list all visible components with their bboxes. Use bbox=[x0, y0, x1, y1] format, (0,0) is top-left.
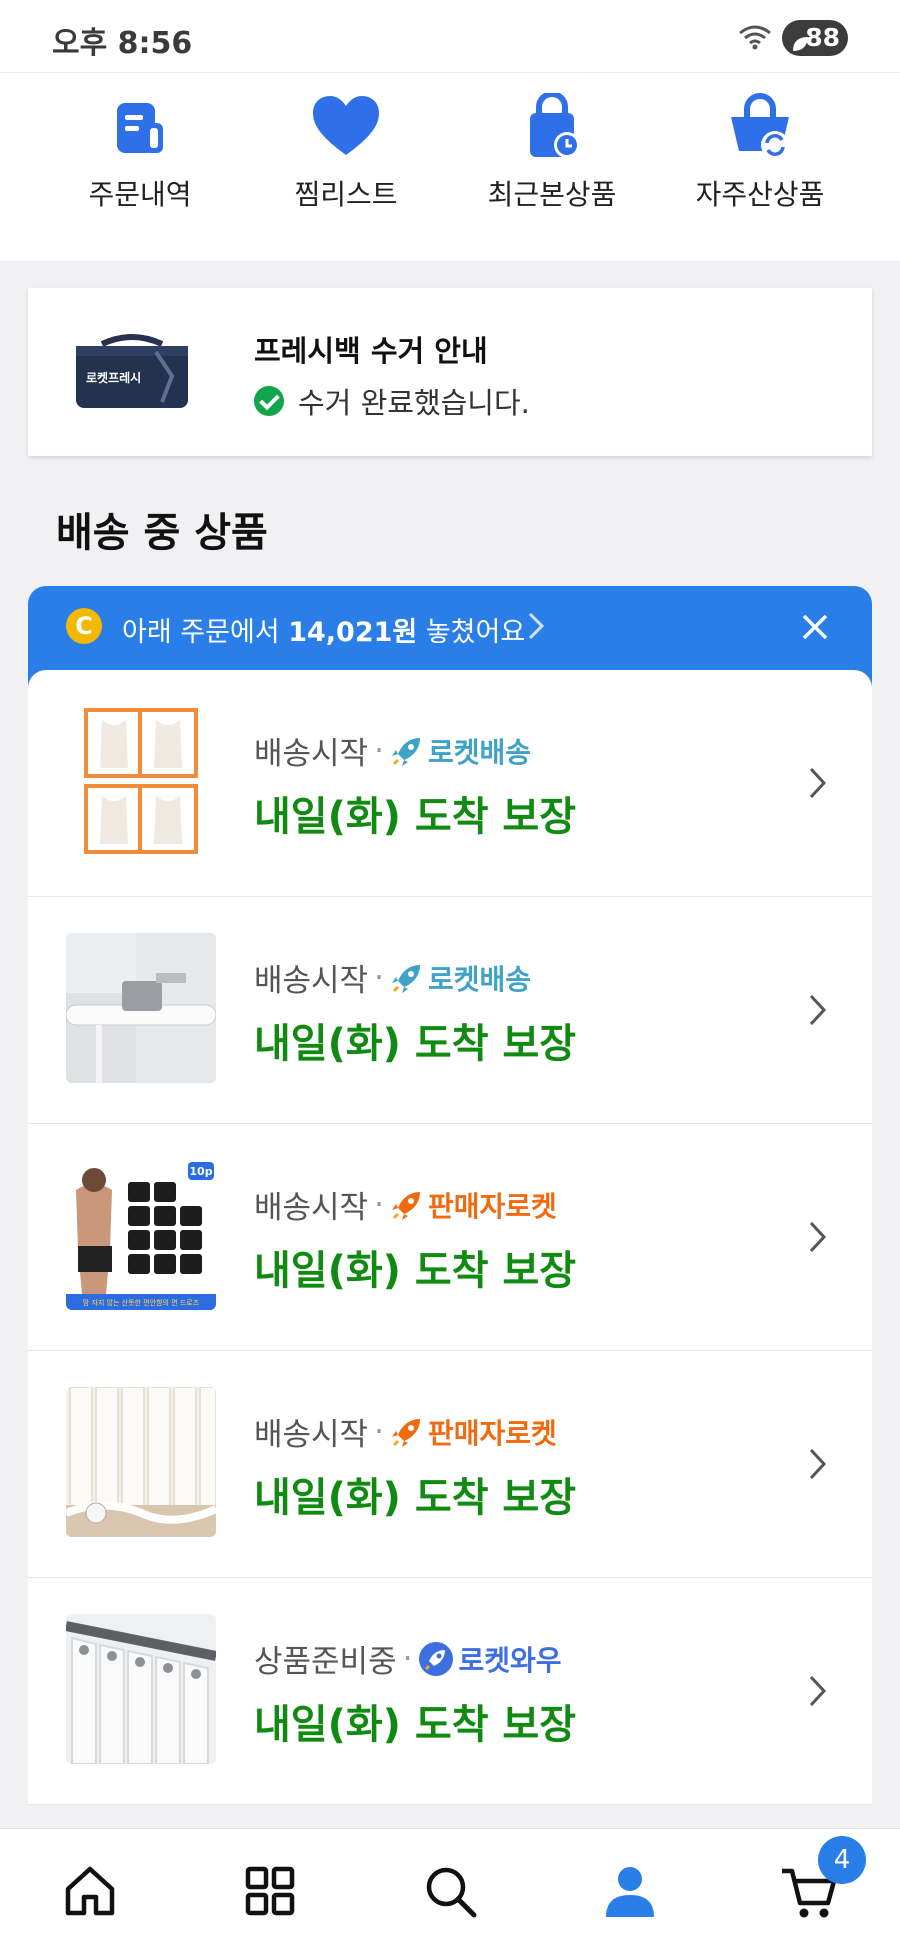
list-item[interactable]: 배송시작 · 로켓배송 내일(화) 도착 보장 bbox=[28, 670, 872, 897]
delivery-status: 배송시작 · 판매자로켓 bbox=[254, 1185, 557, 1227]
low-power-leaf-icon bbox=[790, 28, 810, 64]
bottom-tab-bar bbox=[0, 1828, 900, 1951]
arrival-guarantee: 내일(화) 도착 보장 bbox=[254, 1248, 577, 1294]
quick-wishlist[interactable]: 찜리스트 bbox=[246, 93, 446, 213]
arrival-guarantee: 내일(화) 도착 보장 bbox=[254, 794, 577, 840]
banner-amount: 14,021원 bbox=[288, 617, 418, 648]
rocket-icon bbox=[391, 964, 420, 993]
arrival-guarantee: 내일(화) 도착 보장 bbox=[254, 1021, 577, 1067]
product-thumbnail bbox=[66, 933, 216, 1083]
chevron-right-icon bbox=[526, 610, 546, 646]
chevron-right-icon bbox=[808, 993, 828, 1031]
battery-indicator: 88 bbox=[782, 20, 848, 56]
fresh-bag-title: 프레시백 수거 안내 bbox=[254, 334, 488, 368]
coupang-cash-coin-icon: C bbox=[66, 608, 102, 644]
seller-rocket-badge: 판매자로켓 bbox=[390, 1185, 557, 1225]
product-thumbnail: 10p 맘 자지 않는 산뜻한 편안함의 면 드로즈 bbox=[66, 1160, 216, 1310]
close-icon[interactable] bbox=[800, 612, 830, 646]
list-item[interactable]: 상품준비중 · 로켓와우 내일(화) 도착 보장 bbox=[28, 1578, 872, 1805]
quick-menu: 주문내역 찜리스트 최근본상품 자주산상품 bbox=[0, 72, 900, 261]
chevron-right-icon bbox=[808, 766, 828, 804]
shipping-order-list: 배송시작 · 로켓배송 내일(화) 도착 보장 배송시작 · 로켓배송 내일(화… bbox=[28, 670, 872, 1805]
pack-count-tag: 10p bbox=[189, 1165, 212, 1178]
list-item[interactable]: 배송시작 · 판매자로켓 내일(화) 도착 보장 bbox=[28, 1351, 872, 1578]
battery-level: 88 bbox=[805, 23, 840, 52]
rocket-icon bbox=[391, 1191, 420, 1220]
delivery-status: 배송시작 · 판매자로켓 bbox=[254, 1412, 557, 1454]
arrival-guarantee: 내일(화) 도착 보장 bbox=[254, 1475, 577, 1521]
heart-icon bbox=[313, 96, 379, 155]
rocket-icon bbox=[391, 737, 420, 766]
rocket-icon bbox=[391, 1418, 420, 1447]
quick-recent-products[interactable]: 최근본상품 bbox=[452, 93, 652, 213]
product-thumbnail bbox=[66, 1614, 216, 1764]
rocket-delivery-badge: 로켓배송 bbox=[390, 731, 531, 771]
fresh-bag-status: 수거 완료했습니다. bbox=[254, 380, 530, 422]
list-item[interactable]: 10p 맘 자지 않는 산뜻한 편안함의 면 드로즈 배송시작 · 판매자로켓 내… bbox=[28, 1124, 872, 1351]
status-time: 오후 8:56 bbox=[52, 26, 193, 61]
fresh-bag-notice-card[interactable]: 로켓프레시 프레시백 수거 안내 수거 완료했습니다. bbox=[28, 288, 872, 456]
delivery-status: 배송시작 · 로켓배송 bbox=[254, 958, 531, 1000]
quick-frequent-products[interactable]: 자주산상품 bbox=[660, 93, 860, 213]
wifi-icon bbox=[738, 24, 772, 54]
product-caption: 맘 자지 않는 산뜻한 편안함의 면 드로즈 bbox=[83, 1298, 200, 1307]
receipt-icon bbox=[117, 103, 163, 153]
rocket-delivery-badge: 로켓배송 bbox=[390, 958, 531, 998]
cart-count-badge: 4 bbox=[818, 1836, 866, 1884]
my-coupang-icon[interactable] bbox=[600, 1861, 660, 1921]
chevron-right-icon bbox=[808, 1220, 828, 1258]
arrival-guarantee: 내일(화) 도착 보장 bbox=[254, 1702, 577, 1748]
check-circle-icon bbox=[254, 386, 284, 416]
search-icon[interactable] bbox=[420, 1861, 480, 1921]
chevron-right-icon bbox=[808, 1674, 828, 1712]
quick-label: 찜리스트 bbox=[294, 178, 398, 211]
quick-label: 주문내역 bbox=[88, 178, 192, 211]
rocket-wow-badge: 로켓와우 bbox=[418, 1639, 562, 1679]
chevron-right-icon bbox=[808, 1447, 828, 1485]
recent-bag-icon bbox=[530, 93, 580, 158]
category-grid-icon[interactable] bbox=[240, 1861, 300, 1921]
product-thumbnail bbox=[66, 1387, 216, 1537]
banner-text: 아래 주문에서 14,021원 놓쳤어요 bbox=[122, 617, 526, 648]
reorder-basket-icon bbox=[731, 93, 789, 159]
list-item[interactable]: 배송시작 · 로켓배송 내일(화) 도착 보장 bbox=[28, 897, 872, 1124]
home-icon[interactable] bbox=[60, 1861, 120, 1921]
product-thumbnail bbox=[66, 706, 216, 856]
quick-label: 자주산상품 bbox=[695, 178, 825, 211]
status-bar: 오후 8:56 88 bbox=[0, 0, 900, 72]
rocket-wow-icon bbox=[419, 1641, 454, 1676]
seller-rocket-badge: 판매자로켓 bbox=[390, 1412, 557, 1452]
delivery-status: 상품준비중 · 로켓와우 bbox=[254, 1639, 562, 1681]
fresh-bag-image: 로켓프레시 bbox=[72, 332, 192, 416]
section-title: 배송 중 상품 bbox=[56, 510, 268, 556]
fresh-bag-status-text: 수거 완료했습니다. bbox=[298, 386, 530, 420]
quick-order-history[interactable]: 주문내역 bbox=[40, 93, 240, 213]
delivery-status: 배송시작 · 로켓배송 bbox=[254, 731, 531, 773]
quick-label: 최근본상품 bbox=[487, 178, 617, 211]
fresh-bag-label: 로켓프레시 bbox=[86, 370, 141, 385]
